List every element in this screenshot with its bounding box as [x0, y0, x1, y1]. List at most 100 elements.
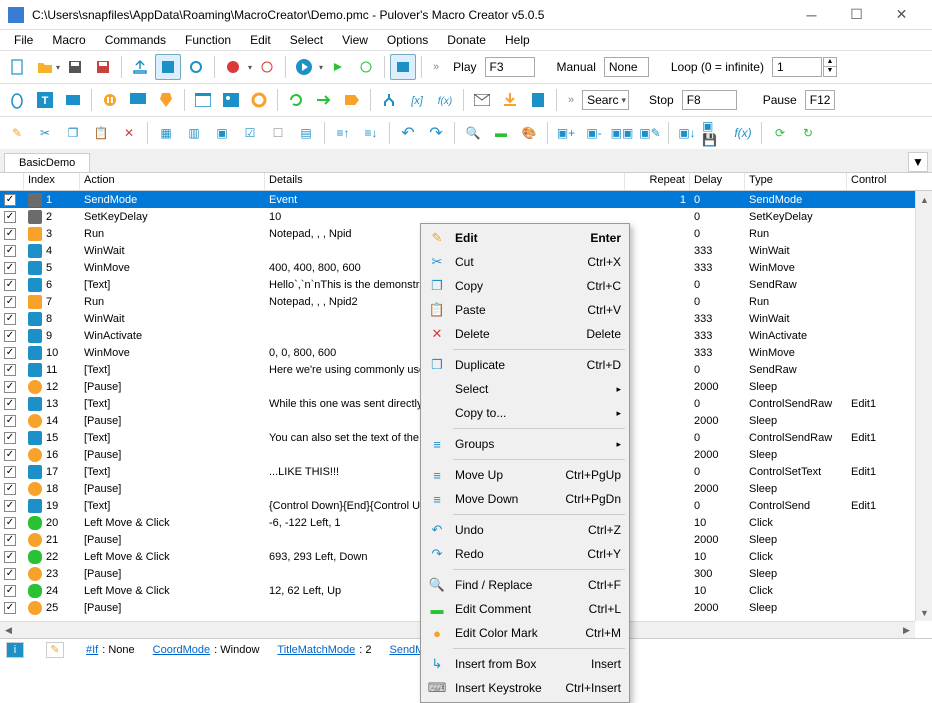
play-button[interactable]: [291, 54, 317, 80]
row-checkbox[interactable]: [4, 262, 16, 274]
redo-icon[interactable]: ↷: [423, 120, 449, 146]
zip-cmd-icon[interactable]: [525, 87, 551, 113]
row-checkbox[interactable]: [4, 364, 16, 376]
import-icon[interactable]: ▣↓: [674, 120, 700, 146]
tab-basicdemo[interactable]: BasicDemo: [4, 153, 90, 172]
ctx-edit[interactable]: ✎EditEnter: [423, 226, 627, 250]
comment-icon[interactable]: ▬: [488, 120, 514, 146]
loop-cmd-icon[interactable]: [283, 87, 309, 113]
cut-icon[interactable]: ✂: [32, 120, 58, 146]
check-all-icon[interactable]: ▤: [293, 120, 319, 146]
email-cmd-icon[interactable]: [469, 87, 495, 113]
row-checkbox[interactable]: [4, 415, 16, 427]
row-checkbox[interactable]: [4, 279, 16, 291]
col-check[interactable]: [0, 173, 24, 190]
loop-down[interactable]: ▼: [823, 67, 837, 77]
ctx-copy-to-[interactable]: Copy to...: [423, 401, 627, 425]
row-checkbox[interactable]: [4, 466, 16, 478]
loop-up[interactable]: ▲: [823, 57, 837, 67]
ctx-delete[interactable]: ✕DeleteDelete: [423, 322, 627, 346]
uncheck-sel-icon[interactable]: ☐: [265, 120, 291, 146]
close-button[interactable]: ✕: [879, 1, 924, 29]
scrollbar-vertical[interactable]: ▲ ▼: [915, 191, 932, 621]
ctx-move-up[interactable]: ≡Move UpCtrl+PgUp: [423, 463, 627, 487]
scroll-right-icon[interactable]: ▶: [898, 622, 915, 639]
tab-close-icon[interactable]: ▣-: [581, 120, 607, 146]
tabs-dropdown[interactable]: ▼: [908, 152, 928, 172]
record-options-button[interactable]: [254, 54, 280, 80]
table-row[interactable]: 1SendModeEvent10SendMode: [0, 191, 932, 208]
row-checkbox[interactable]: [4, 568, 16, 580]
scroll-left-icon[interactable]: ◀: [0, 622, 17, 639]
goto-cmd-icon[interactable]: [311, 87, 337, 113]
tab-dup-icon[interactable]: ▣▣: [609, 120, 635, 146]
text-cmd-icon[interactable]: T: [32, 87, 58, 113]
keywait-cmd-icon[interactable]: [153, 87, 179, 113]
tab-edit-icon[interactable]: ▣✎: [637, 120, 663, 146]
status-title-link[interactable]: TitleMatchMode: [277, 644, 355, 656]
record-button[interactable]: [220, 54, 246, 80]
move-up-icon[interactable]: ≡↑: [330, 120, 356, 146]
pause-hotkey-input[interactable]: [805, 90, 835, 110]
row-checkbox[interactable]: [4, 602, 16, 614]
col-repeat[interactable]: Repeat: [625, 173, 690, 190]
menu-select[interactable]: Select: [282, 31, 331, 49]
ctx-duplicate[interactable]: ❐DuplicateCtrl+D: [423, 353, 627, 377]
control-cmd-icon[interactable]: [60, 87, 86, 113]
row-checkbox[interactable]: [4, 432, 16, 444]
menu-donate[interactable]: Donate: [439, 31, 494, 49]
minimize-button[interactable]: ─: [789, 1, 834, 29]
play-step-button[interactable]: [325, 54, 351, 80]
open-button[interactable]: [32, 54, 58, 80]
ctx-find-replace[interactable]: 🔍Find / ReplaceCtrl+F: [423, 573, 627, 597]
ctx-redo[interactable]: ↷RedoCtrl+Y: [423, 542, 627, 566]
col-action[interactable]: Action: [80, 173, 265, 190]
row-checkbox[interactable]: [4, 211, 16, 223]
ctx-edit-comment[interactable]: ▬Edit CommentCtrl+L: [423, 597, 627, 621]
tab-add-icon[interactable]: ▣+: [553, 120, 579, 146]
row-checkbox[interactable]: [4, 483, 16, 495]
scroll-down-icon[interactable]: ▼: [916, 604, 932, 621]
label-cmd-icon[interactable]: [339, 87, 365, 113]
timer-button[interactable]: [390, 54, 416, 80]
find-icon[interactable]: 🔍: [460, 120, 486, 146]
invert-sel-icon[interactable]: ▣: [209, 120, 235, 146]
save-button[interactable]: [62, 54, 88, 80]
move-down-icon[interactable]: ≡↓: [358, 120, 384, 146]
mouse-cmd-icon[interactable]: [4, 87, 30, 113]
menu-macro[interactable]: Macro: [44, 31, 93, 49]
loop-input[interactable]: [772, 57, 822, 77]
status-if-link[interactable]: #If: [86, 644, 98, 656]
menu-help[interactable]: Help: [497, 31, 538, 49]
ctx-edit-color-mark[interactable]: ●Edit Color MarkCtrl+M: [423, 621, 627, 645]
col-type[interactable]: Type: [745, 173, 847, 190]
row-checkbox[interactable]: [4, 398, 16, 410]
ctx-copy[interactable]: ❐CopyCtrl+C: [423, 274, 627, 298]
ctx-groups[interactable]: ≡Groups: [423, 432, 627, 456]
new-button[interactable]: [4, 54, 30, 80]
ctx-paste[interactable]: 📋PasteCtrl+V: [423, 298, 627, 322]
run-cmd-icon[interactable]: [246, 87, 272, 113]
col-index[interactable]: Index: [24, 173, 80, 190]
row-checkbox[interactable]: [4, 449, 16, 461]
if-cmd-icon[interactable]: [376, 87, 402, 113]
play-options-button[interactable]: [353, 54, 379, 80]
save-macro-icon[interactable]: ▣💾: [702, 120, 728, 146]
menu-view[interactable]: View: [334, 31, 376, 49]
menu-function[interactable]: Function: [177, 31, 239, 49]
stop-hotkey-input[interactable]: [682, 90, 737, 110]
col-details[interactable]: Details: [265, 173, 625, 190]
edit-icon[interactable]: ✎: [4, 120, 30, 146]
row-checkbox[interactable]: [4, 517, 16, 529]
row-checkbox[interactable]: [4, 500, 16, 512]
row-checkbox[interactable]: [4, 245, 16, 257]
delete-icon[interactable]: ✕: [116, 120, 142, 146]
row-checkbox[interactable]: [4, 330, 16, 342]
pause-cmd-icon[interactable]: [97, 87, 123, 113]
row-checkbox[interactable]: [4, 313, 16, 325]
status-info-icon[interactable]: i: [6, 642, 24, 658]
options-button[interactable]: [183, 54, 209, 80]
ctx-undo[interactable]: ↶UndoCtrl+Z: [423, 518, 627, 542]
search-mode-select[interactable]: Searc: [582, 90, 629, 110]
menu-file[interactable]: File: [6, 31, 41, 49]
